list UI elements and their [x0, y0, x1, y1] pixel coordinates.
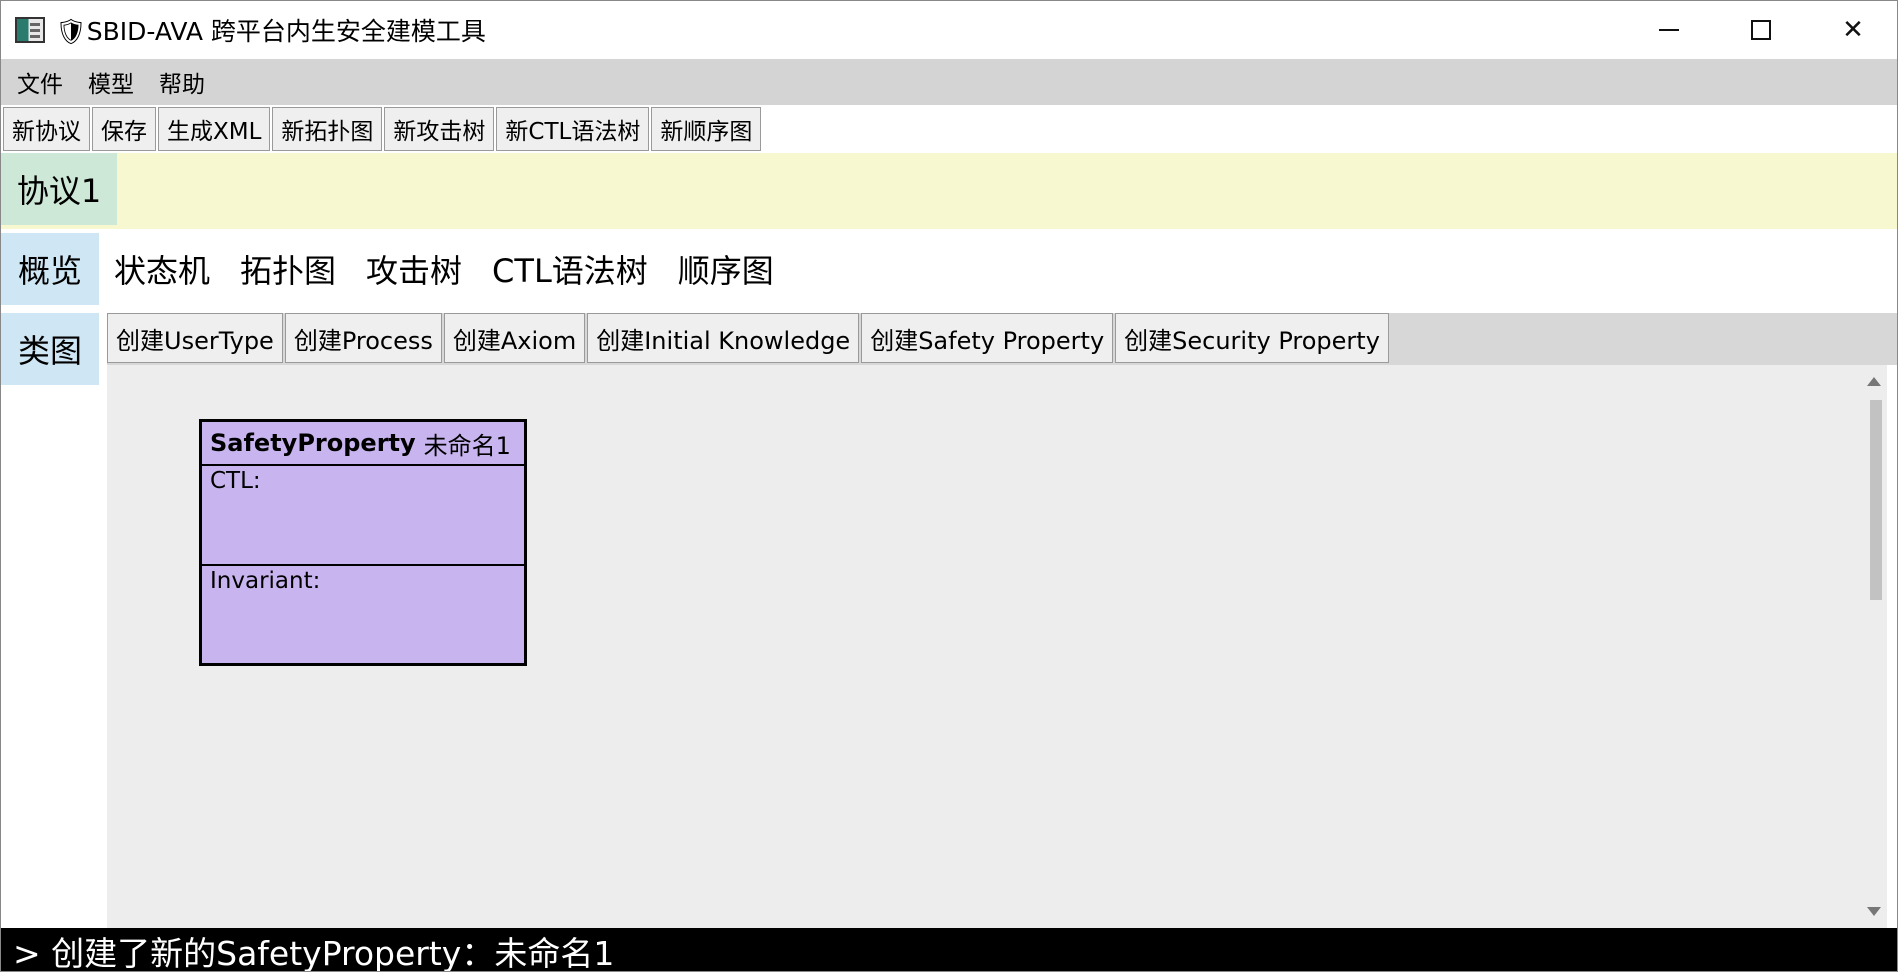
tab-attack-tree[interactable]: 攻击树: [351, 233, 477, 305]
create-process-button[interactable]: 创建Process: [284, 313, 442, 363]
minimize-icon: [1659, 29, 1679, 31]
scroll-down-arrow-icon[interactable]: [1867, 907, 1881, 916]
maximize-button[interactable]: [1715, 1, 1807, 59]
close-icon: ✕: [1842, 15, 1864, 45]
node-name: 未命名1: [423, 431, 511, 460]
window-title: 🛡SBID-AVA 跨平台内生安全建模工具: [55, 17, 486, 46]
menu-file[interactable]: 文件: [7, 65, 73, 99]
console-output: > 创建了新的SafetyProperty：未命名1: [1, 928, 1897, 972]
tab-topology[interactable]: 拓扑图: [225, 233, 351, 305]
main-toolbar: 新协议 保存 生成XML 新拓扑图 新攻击树 新CTL语法树 新顺序图: [3, 107, 763, 151]
generate-xml-button[interactable]: 生成XML: [158, 107, 271, 151]
tab-sequence-diagram[interactable]: 顺序图: [663, 233, 789, 305]
vertical-scrollbar[interactable]: [1861, 365, 1887, 928]
create-toolbar: 创建UserType 创建Process 创建Axiom 创建Initial K…: [107, 313, 1897, 365]
scroll-up-arrow-icon[interactable]: [1867, 377, 1881, 386]
maximize-icon: [1751, 20, 1771, 40]
close-button[interactable]: ✕: [1807, 1, 1897, 59]
new-ctl-tree-button[interactable]: 新CTL语法树: [496, 107, 650, 151]
scroll-thumb[interactable]: [1870, 400, 1882, 600]
create-axiom-button[interactable]: 创建Axiom: [443, 313, 586, 363]
new-attack-tree-button[interactable]: 新攻击树: [384, 107, 495, 151]
tab-protocol-1[interactable]: 协议1: [1, 153, 117, 225]
menu-help[interactable]: 帮助: [149, 65, 215, 99]
new-topology-button[interactable]: 新拓扑图: [272, 107, 383, 151]
new-protocol-button[interactable]: 新协议: [3, 107, 90, 151]
console-message: > 创建了新的SafetyProperty：未命名1: [13, 933, 615, 972]
node-ctl-section[interactable]: CTL:: [202, 466, 524, 566]
invariant-label: Invariant:: [210, 568, 321, 594]
protocol-tab-strip: 协议1: [1, 153, 1897, 229]
app-window: 🛡SBID-AVA 跨平台内生安全建模工具 ✕ 文件 模型 帮助 新协议 保存 …: [0, 0, 1898, 972]
minimize-button[interactable]: [1623, 1, 1715, 59]
menu-model[interactable]: 模型: [78, 65, 144, 99]
create-usertype-button[interactable]: 创建UserType: [107, 313, 283, 363]
node-invariant-section[interactable]: Invariant:: [202, 566, 524, 666]
safety-property-node[interactable]: SafetyProperty 未命名1 CTL: Invariant:: [199, 419, 527, 666]
ctl-label: CTL:: [210, 468, 261, 494]
new-sequence-diagram-button[interactable]: 新顺序图: [651, 107, 762, 151]
save-button[interactable]: 保存: [92, 107, 156, 151]
window-controls: ✕: [1623, 1, 1897, 59]
create-security-property-button[interactable]: 创建Security Property: [1115, 313, 1389, 363]
create-initial-knowledge-button[interactable]: 创建Initial Knowledge: [587, 313, 860, 363]
tab-state-machine[interactable]: 状态机: [99, 233, 225, 305]
menu-bar: 文件 模型 帮助: [1, 59, 1897, 105]
view-tab-strip: 概览 状态机 拓扑图 攻击树 CTL语法树 顺序图: [1, 231, 789, 307]
app-logo-icon: [15, 17, 45, 43]
tab-class-diagram[interactable]: 类图: [1, 313, 99, 385]
node-header: SafetyProperty 未命名1: [202, 422, 524, 466]
title-bar[interactable]: 🛡SBID-AVA 跨平台内生安全建模工具 ✕: [1, 1, 1897, 59]
tab-overview[interactable]: 概览: [1, 233, 99, 305]
create-safety-property-button[interactable]: 创建Safety Property: [861, 313, 1114, 363]
diagram-canvas[interactable]: SafetyProperty 未命名1 CTL: Invariant:: [107, 365, 1861, 928]
node-type: SafetyProperty: [210, 429, 416, 457]
tab-ctl-tree[interactable]: CTL语法树: [477, 233, 663, 305]
